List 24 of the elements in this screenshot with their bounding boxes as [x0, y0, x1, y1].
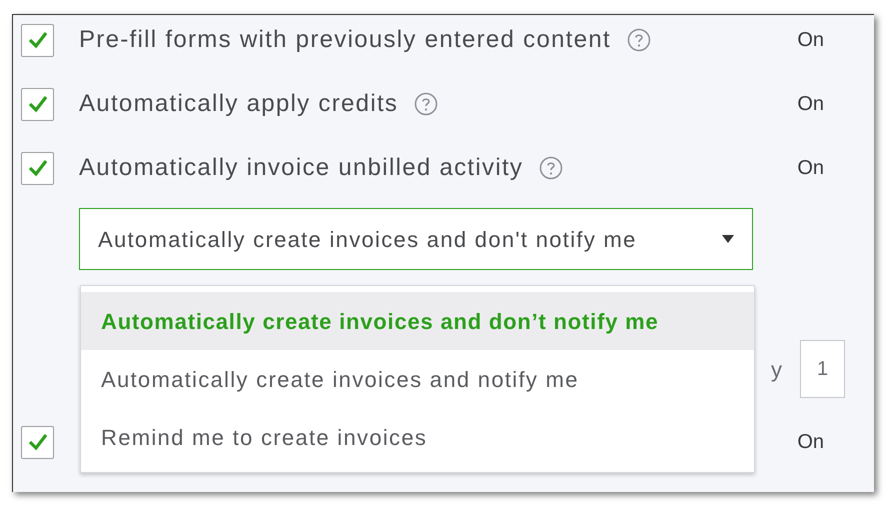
number-field[interactable]: 1	[800, 340, 846, 398]
setting-status: On	[797, 156, 824, 181]
setting-status: On	[797, 28, 824, 53]
setting-status: On	[797, 430, 824, 455]
setting-label: Pre-fill forms with previously entered content	[79, 25, 611, 55]
setting-label: y	[771, 356, 782, 384]
help-icon[interactable]	[539, 156, 564, 180]
setting-label: Automatically apply credits	[79, 89, 398, 119]
help-icon[interactable]	[414, 92, 438, 116]
help-icon[interactable]	[627, 28, 651, 52]
setting-status: On	[797, 92, 824, 117]
checkbox[interactable]	[21, 24, 54, 56]
checkmark-icon	[28, 95, 48, 113]
caret-icon	[722, 235, 734, 243]
dropdown-option[interactable]: Remind me to create invoices	[81, 408, 754, 466]
checkbox[interactable]	[21, 426, 54, 458]
checkbox[interactable]	[21, 88, 54, 120]
invoice-mode-dropdown[interactable]: Automatically create invoices and don't notify me	[79, 208, 753, 270]
checkbox[interactable]	[21, 152, 54, 184]
dropdown-option[interactable]: Automatically create invoices and notify me	[81, 350, 754, 408]
checkmark-icon	[28, 433, 48, 451]
checkmark-icon	[28, 31, 48, 49]
setting-label: Automatically invoice unbilled activity	[79, 153, 524, 183]
checkmark-icon	[28, 159, 48, 177]
